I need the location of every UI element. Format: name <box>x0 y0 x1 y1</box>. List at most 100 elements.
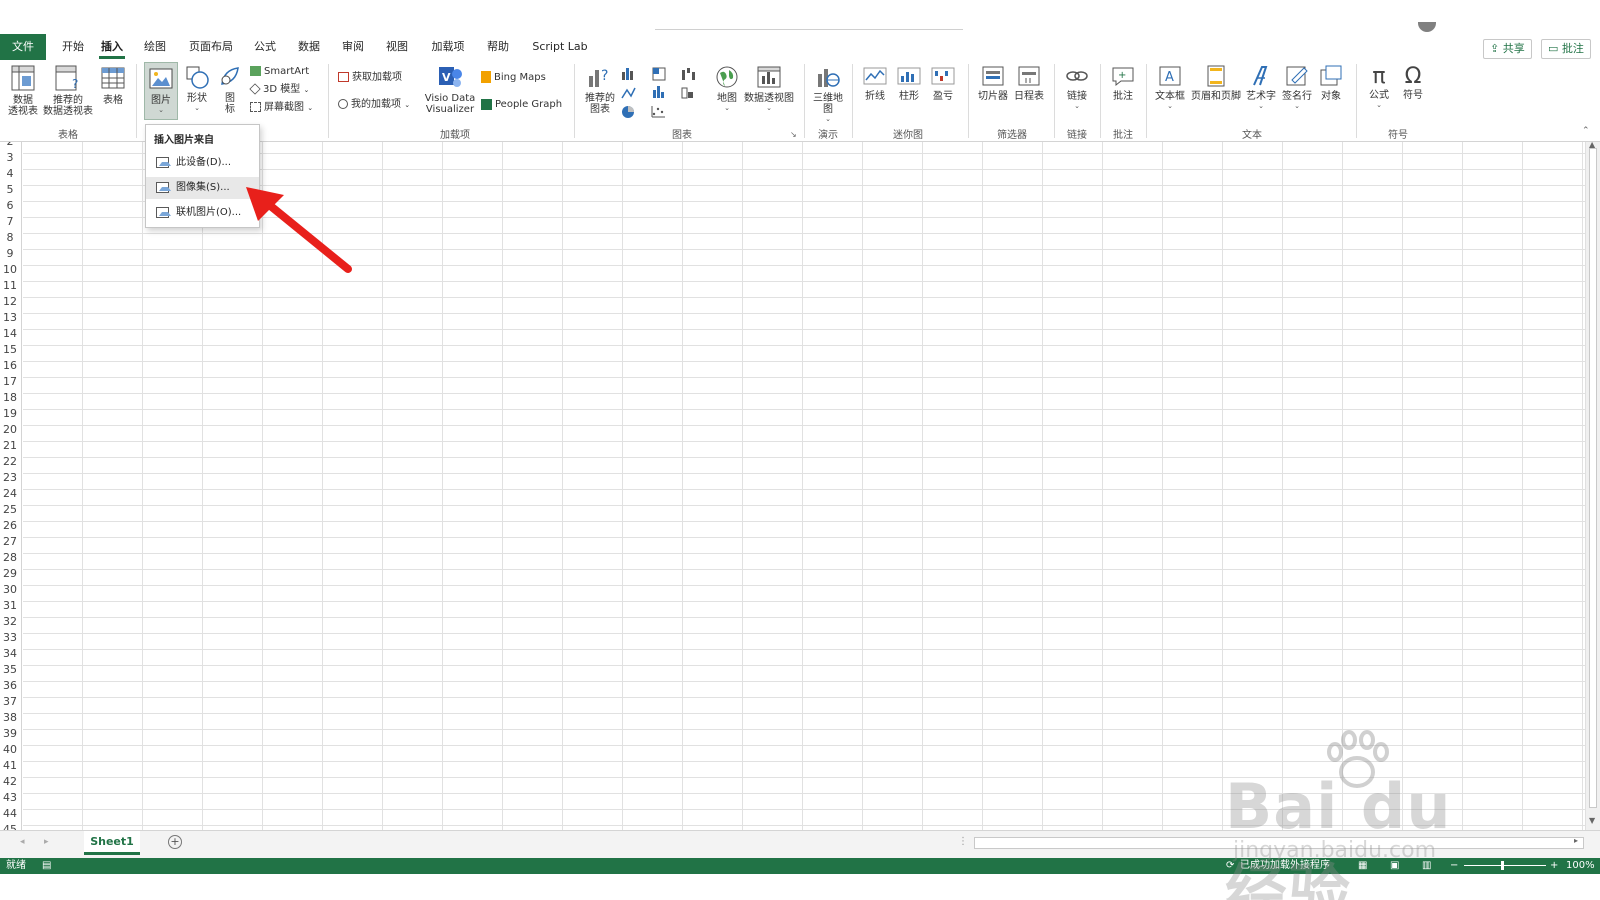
link-button[interactable]: 链接 ⌄ <box>1062 64 1092 110</box>
pivot-chart-button[interactable]: 数据透视图 ⌄ <box>742 64 796 112</box>
scroll-down-icon[interactable]: ▼ <box>1589 816 1595 825</box>
search-box[interactable] <box>655 22 963 30</box>
map-chart-button[interactable]: 地图 ⌄ <box>712 64 742 112</box>
symbol-button[interactable]: Ω 符号 <box>1398 64 1428 101</box>
row-header[interactable]: 24 <box>0 486 20 502</box>
bing-maps-button[interactable]: Bing Maps <box>481 69 546 87</box>
page-layout-view-icon[interactable]: ▣ <box>1390 858 1399 874</box>
sparkline-column-button[interactable]: 柱形 <box>894 64 924 102</box>
horizontal-scrollbar[interactable] <box>974 837 1584 849</box>
sheet-next-icon[interactable]: ▸ <box>44 837 49 847</box>
row-header[interactable]: 26 <box>0 518 20 534</box>
row-header[interactable]: 7 <box>0 214 20 230</box>
picture-button[interactable]: 图片 ⌄ <box>144 62 178 120</box>
tab-script-lab[interactable]: Script Lab <box>528 34 592 60</box>
tab-review[interactable]: 审阅 <box>338 34 368 60</box>
row-header[interactable]: 8 <box>0 230 20 246</box>
tab-file[interactable]: 文件 <box>0 34 46 60</box>
row-header[interactable]: 10 <box>0 262 20 278</box>
tab-draw[interactable]: 绘图 <box>140 34 170 60</box>
visio-button[interactable]: V Visio Data Visualizer <box>424 64 476 115</box>
get-addins-button[interactable]: 获取加载项 <box>338 69 402 87</box>
pivot-table-button[interactable]: 数据 透视表 <box>6 64 40 117</box>
row-header[interactable]: 31 <box>0 598 20 614</box>
tab-page-layout[interactable]: 页面布局 <box>185 34 237 60</box>
textbox-button[interactable]: A 文本框 ⌄ <box>1152 64 1188 110</box>
avatar[interactable] <box>1418 22 1436 32</box>
row-header[interactable]: 34 <box>0 646 20 662</box>
equation-button[interactable]: π 公式 ⌄ <box>1364 64 1394 109</box>
sparkline-line-button[interactable]: 折线 <box>860 64 890 102</box>
row-header[interactable]: 3 <box>0 150 20 166</box>
row-header[interactable]: 38 <box>0 710 20 726</box>
tab-home[interactable]: 开始 <box>56 34 90 60</box>
people-graph-button[interactable]: People Graph <box>481 96 562 114</box>
zoom-in-icon[interactable]: + <box>1550 858 1558 874</box>
macro-record-icon[interactable]: ▤ <box>42 858 51 874</box>
object-button[interactable]: 对象 <box>1316 64 1346 102</box>
icons-button[interactable]: 图 标 <box>217 64 243 115</box>
row-header[interactable]: 39 <box>0 726 20 742</box>
sheet-tab-sheet1[interactable]: Sheet1 <box>84 831 140 855</box>
page-break-view-icon[interactable]: ▥ <box>1422 858 1431 874</box>
row-header[interactable]: 23 <box>0 470 20 486</box>
normal-view-icon[interactable]: ▦ <box>1358 858 1367 874</box>
row-header[interactable]: 2 <box>0 142 20 150</box>
row-header[interactable]: 22 <box>0 454 20 470</box>
row-header[interactable]: 35 <box>0 662 20 678</box>
row-header[interactable]: 11 <box>0 278 20 294</box>
row-header[interactable]: 32 <box>0 614 20 630</box>
sheet-prev-icon[interactable]: ◂ <box>20 837 25 847</box>
row-header[interactable]: 16 <box>0 358 20 374</box>
tab-insert[interactable]: 插入 <box>97 34 127 60</box>
zoom-slider[interactable] <box>1464 865 1546 866</box>
row-header[interactable]: 20 <box>0 422 20 438</box>
row-header[interactable]: 15 <box>0 342 20 358</box>
row-header[interactable]: 17 <box>0 374 20 390</box>
header-footer-button[interactable]: 页眉和页脚 <box>1190 64 1242 102</box>
recommended-charts-button[interactable]: ? 推荐的 图表 <box>582 64 618 115</box>
slicer-button[interactable]: 切片器 <box>976 64 1010 102</box>
row-header[interactable]: 40 <box>0 742 20 758</box>
screenshot-button[interactable]: 屏幕截图 ⌄ <box>250 99 313 117</box>
row-header[interactable]: 28 <box>0 550 20 566</box>
tab-formulas[interactable]: 公式 <box>250 34 280 60</box>
3d-model-button[interactable]: 3D 模型 ⌄ <box>249 81 309 99</box>
my-addins-button[interactable]: 我的加载项 ⌄ <box>338 96 410 114</box>
row-header[interactable]: 42 <box>0 774 20 790</box>
row-header[interactable]: 19 <box>0 406 20 422</box>
chart-type-icons[interactable] <box>620 66 710 120</box>
row-header[interactable]: 4 <box>0 166 20 182</box>
row-header[interactable]: 30 <box>0 582 20 598</box>
zoom-level[interactable]: 100% <box>1566 858 1595 874</box>
3d-map-button[interactable]: 三维地 图 ⌄ <box>810 64 846 123</box>
row-header[interactable]: 5 <box>0 182 20 198</box>
insert-from-device[interactable]: 此设备(D)... <box>146 152 259 174</box>
row-header[interactable]: 25 <box>0 502 20 518</box>
vertical-scrollbar[interactable]: ▲ ▼ <box>1585 140 1600 830</box>
row-header[interactable]: 12 <box>0 294 20 310</box>
row-header[interactable]: 9 <box>0 246 20 262</box>
row-header[interactable]: 36 <box>0 678 20 694</box>
timeline-button[interactable]: 日程表 <box>1012 64 1046 102</box>
zoom-slider-thumb[interactable] <box>1501 861 1504 870</box>
signature-line-button[interactable]: 签名行 ⌄ <box>1280 64 1314 110</box>
dialog-launcher-icon[interactable]: ↘ <box>790 130 797 139</box>
table-button[interactable]: 表格 <box>98 64 128 106</box>
tab-addins[interactable]: 加载项 <box>428 34 468 60</box>
new-comment-button[interactable]: + 批注 <box>1108 64 1138 102</box>
collapse-ribbon-icon[interactable]: ⌃ <box>1582 126 1590 136</box>
row-header[interactable]: 33 <box>0 630 20 646</box>
tab-help[interactable]: 帮助 <box>483 34 513 60</box>
row-header[interactable]: 41 <box>0 758 20 774</box>
row-header[interactable]: 37 <box>0 694 20 710</box>
row-header[interactable]: 6 <box>0 198 20 214</box>
recommended-pivot-button[interactable]: ? 推荐的 数据透视表 <box>42 64 94 117</box>
share-button[interactable]: ⇪ 共享 <box>1483 39 1532 59</box>
row-header[interactable]: 43 <box>0 790 20 806</box>
shapes-button[interactable]: 形状 ⌄ <box>182 64 212 112</box>
tab-view[interactable]: 视图 <box>382 34 412 60</box>
smartart-button[interactable]: SmartArt <box>250 63 309 81</box>
row-header[interactable]: 27 <box>0 534 20 550</box>
row-header[interactable]: 21 <box>0 438 20 454</box>
